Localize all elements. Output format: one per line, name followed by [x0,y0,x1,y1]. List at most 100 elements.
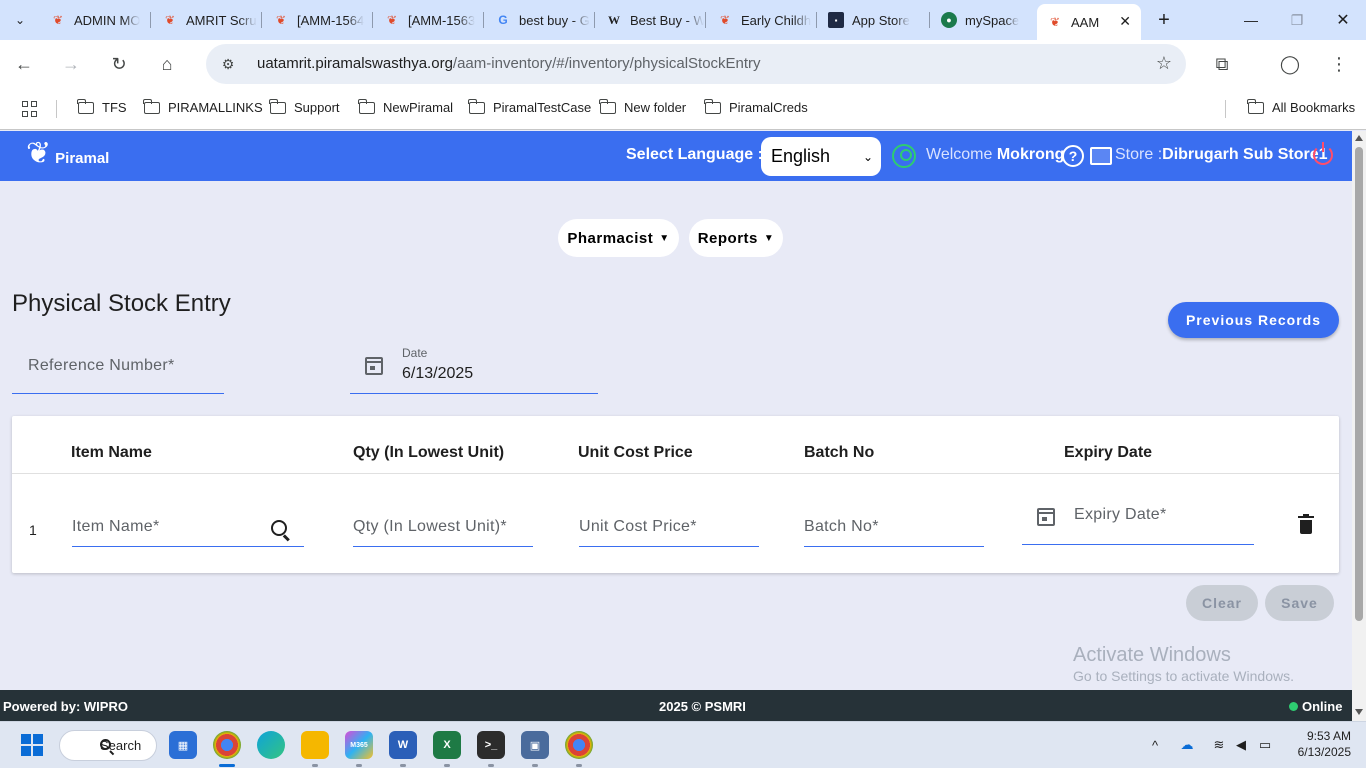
chevron-up-icon[interactable]: ^ [1146,736,1164,754]
expiry-date-input[interactable]: Expiry Date* [1022,496,1254,545]
browser-tab[interactable]: ❦ Early Childh [707,4,815,36]
minimize-icon[interactable]: — [1228,0,1274,40]
unit-cost-price-input[interactable]: Unit Cost Price* [579,496,759,547]
search-icon[interactable] [271,520,287,536]
online-status: Online [1289,699,1342,714]
select-language-label: Select Language : [626,146,763,163]
windows-start-icon[interactable] [21,734,43,756]
row-number: 1 [29,522,37,538]
piramal-icon: ❦ [164,13,176,27]
bookmark-folder[interactable]: PiramalCreds [704,98,808,115]
piramal-logo[interactable]: ❦ Piramal [26,139,109,169]
reference-number-input[interactable]: Reference Number* [12,340,224,394]
bookmark-folder[interactable]: PiramalTestCase [468,98,591,115]
browser-tab[interactable]: ❦ ADMIN MO [40,4,150,36]
extensions-icon[interactable]: ⧉ [1206,48,1238,80]
remote-desktop-icon[interactable]: ▣ [521,731,549,759]
folder-icon [269,98,286,114]
apps-grid-icon[interactable] [22,101,38,117]
word-icon[interactable]: W [389,731,417,759]
qty-input[interactable]: Qty (In Lowest Unit)* [353,496,533,547]
menu-kebab-icon[interactable]: ⋮ [1323,48,1355,80]
bookmark-folder[interactable]: Support [269,98,340,115]
edge-icon[interactable] [257,731,285,759]
taskbar-clock[interactable]: 9:53 AM 6/13/2025 [1291,728,1351,760]
bookmark-star-icon[interactable]: ☆ [1156,53,1172,74]
store-icon [1090,147,1112,165]
piramal-icon: ❦ [719,13,731,27]
stock-entry-table: Item Name Qty (In Lowest Unit) Unit Cost… [12,416,1339,573]
browser-tab-active[interactable]: ❦ AAM ✕ [1037,4,1141,40]
folder-icon [599,98,616,114]
help-icon[interactable]: ? [1062,145,1084,167]
all-bookmarks[interactable]: All Bookmarks [1247,98,1355,115]
profile-icon[interactable]: ◯ [1274,48,1306,80]
caret-down-icon: ▼ [763,232,775,244]
wifi-icon[interactable]: ≋ [1210,736,1228,754]
restore-icon[interactable]: ❐ [1274,0,1320,40]
site-info-icon[interactable]: ⚙ [218,54,238,74]
browser-tab[interactable]: W Best Buy - W [596,4,704,36]
delete-row-trash-icon[interactable] [1298,514,1314,534]
m365-icon[interactable]: M365 [345,731,373,759]
piramal-icon: ❦ [275,13,287,27]
logout-power-icon[interactable] [1313,142,1333,165]
bookmark-folder[interactable]: New folder [599,98,686,115]
close-window-icon[interactable]: ✕ [1320,0,1366,40]
browser-tab[interactable]: ❦ AMRIT Scru [152,4,260,36]
date-field[interactable]: Date 6/13/2025 [350,340,598,394]
tab-search-dropdown[interactable]: ⌄ [6,6,34,34]
browser-tab[interactable]: ▪ App Store [818,4,928,36]
page-scrollbar[interactable] [1352,131,1366,721]
scroll-up-icon[interactable] [1355,135,1363,141]
forward-icon[interactable]: → [55,48,87,80]
pharmacist-menu-button[interactable]: Pharmacist ▼ [558,219,679,257]
terminal-icon[interactable]: >_ [477,731,505,759]
calendar-icon[interactable] [1037,508,1055,526]
volume-icon[interactable]: ◀ [1232,736,1250,754]
battery-icon[interactable]: ▭ [1256,736,1274,754]
browser-tab[interactable]: ❦ [AMM-1563 [374,4,482,36]
reload-icon[interactable]: ↻ [103,48,135,80]
piramal-icon: ❦ [386,13,398,27]
app-header: ❦ Piramal Select Language : English ⌄ We… [0,131,1352,181]
column-header: Item Name [71,444,152,461]
store-app-icon[interactable]: ▦ [169,731,197,759]
url-text[interactable]: uatamrit.piramalswasthya.org/aam-invento… [257,55,761,72]
browser-tab[interactable]: ❦ [AMM-1564 [263,4,371,36]
piramal-icon: ❦ [52,13,64,27]
clear-button[interactable]: Clear [1186,585,1258,621]
windows-taskbar: Search ▦ M365 W X >_ ▣ ^ ☁ ≋ ◀ ▭ 9:53 AM… [0,721,1366,768]
batch-no-input[interactable]: Batch No* [804,496,984,547]
file-explorer-icon[interactable] [301,731,329,759]
onedrive-icon[interactable]: ☁ [1178,736,1196,754]
bookmark-folder[interactable]: PIRAMALLINKS [143,98,263,115]
back-icon[interactable]: ← [8,48,40,80]
reports-menu-button[interactable]: Reports ▼ [689,219,783,257]
save-button[interactable]: Save [1265,585,1334,621]
address-bar[interactable]: ⚙ uatamrit.piramalswasthya.org/aam-inven… [206,44,1186,84]
folder-icon [1247,98,1264,114]
bookmarks-bar: TFS PIRAMALLINKS Support NewPiramal Pira… [0,88,1366,130]
item-name-input[interactable]: Item Name* [72,496,304,547]
new-tab-button[interactable]: + [1150,6,1178,34]
chrome-icon[interactable] [565,731,593,759]
taskbar-search[interactable]: Search [59,730,157,761]
browser-tab[interactable]: G best buy - G [485,4,593,36]
previous-records-button[interactable]: Previous Records [1168,302,1339,338]
bookmark-folder[interactable]: NewPiramal [358,98,453,115]
app-footer: Powered by: WIPRO 2025 © PSMRI Online [0,690,1352,721]
scroll-down-icon[interactable] [1355,709,1363,715]
language-select[interactable]: English ⌄ [761,137,881,176]
folder-icon [468,98,485,114]
close-tab-icon[interactable]: ✕ [1119,13,1131,30]
user-avatar-icon [892,144,916,168]
home-icon[interactable]: ⌂ [151,48,183,80]
chrome-icon[interactable] [213,731,241,759]
caret-down-icon: ▼ [659,232,670,244]
browser-tab[interactable]: ● mySpace [931,4,1037,36]
calendar-icon[interactable] [365,357,383,375]
excel-icon[interactable]: X [433,731,461,759]
bookmark-folder[interactable]: TFS [77,98,127,115]
scrollbar-thumb[interactable] [1355,147,1363,621]
